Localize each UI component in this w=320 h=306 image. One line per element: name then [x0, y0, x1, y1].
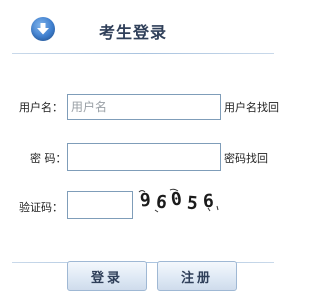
password-label: 密 码： [30, 152, 67, 165]
username-input[interactable] [67, 94, 221, 120]
register-button[interactable]: 注册 [157, 261, 237, 291]
captcha-noise [138, 188, 219, 213]
login-button[interactable]: 登录 [67, 261, 147, 291]
header-divider [12, 53, 274, 54]
username-label: 用户名： [19, 101, 63, 114]
captcha-image[interactable]: 9 6 0 5 6 [137, 186, 223, 214]
page-title: 考生登录 [99, 23, 168, 42]
captcha-input[interactable] [67, 191, 133, 219]
download-arrow-icon [31, 17, 55, 41]
captcha-label: 验证码： [19, 201, 63, 214]
username-recover-link[interactable]: 用户名找回 [224, 99, 279, 115]
password-recover-link[interactable]: 密码找回 [224, 150, 268, 166]
login-panel: 考生登录 用户名： 用户名找回 密 码： 密码找回 验证码： 9 6 0 5 6… [0, 0, 294, 306]
password-input[interactable] [67, 143, 221, 171]
login-header: 考生登录 [0, 0, 294, 54]
